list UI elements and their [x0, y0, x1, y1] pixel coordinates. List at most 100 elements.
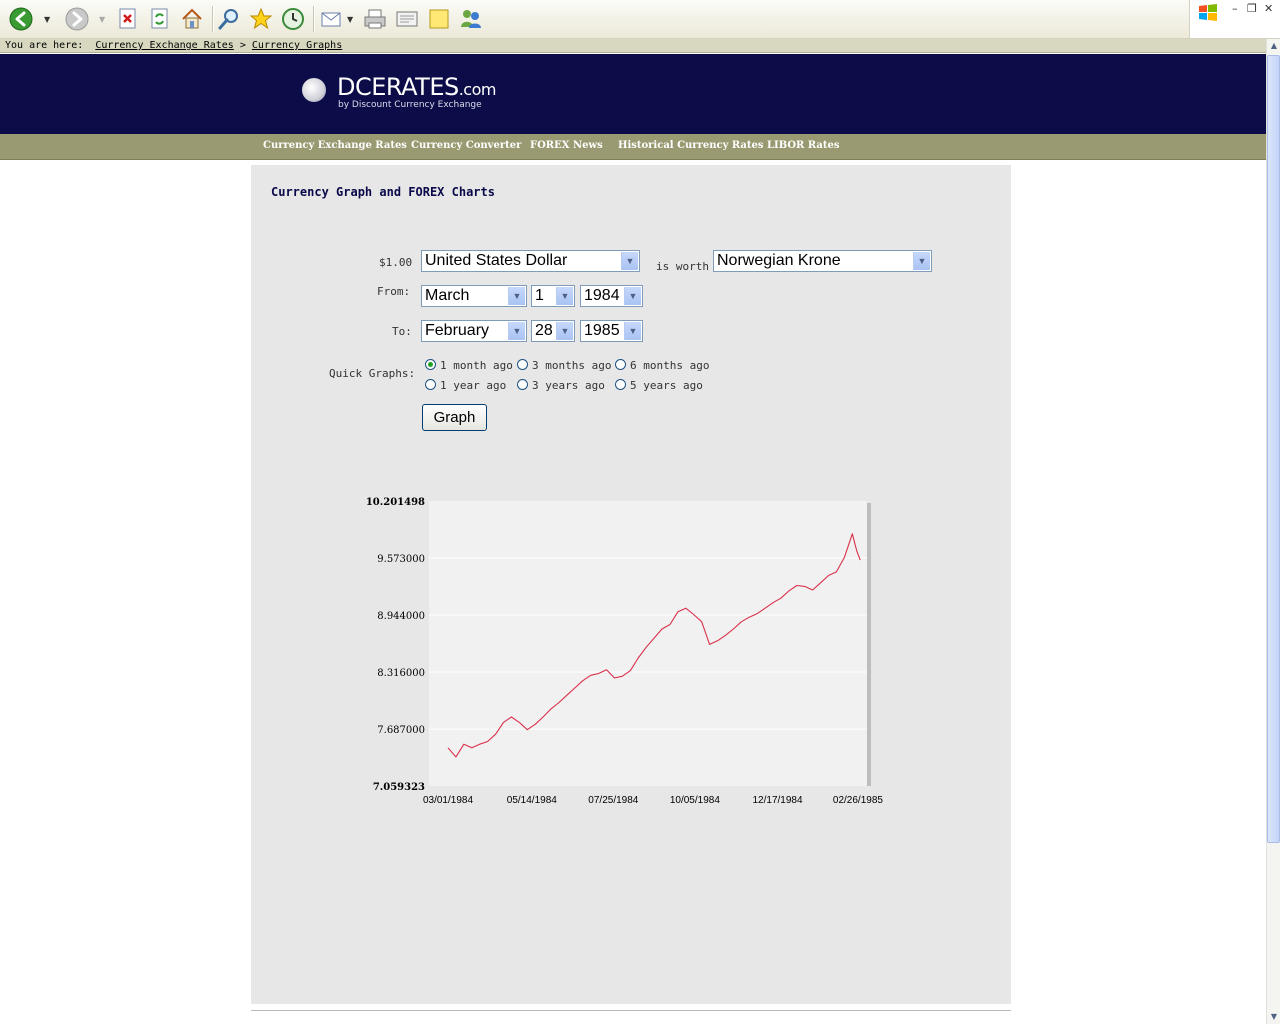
back-icon[interactable] [8, 6, 34, 32]
radio-5-years-label: 5 years ago [630, 379, 703, 392]
radio-3-months[interactable] [517, 359, 528, 370]
to-month-select[interactable]: February ▼ [421, 320, 527, 342]
print-icon[interactable] [362, 6, 388, 32]
main-nav: Currency Exchange Rates Currency Convert… [0, 134, 1266, 160]
breadcrumb-separator: > [239, 40, 246, 51]
vertical-scrollbar[interactable]: ▲ ▼ [1266, 39, 1280, 1024]
to-year-select[interactable]: 1985 ▼ [580, 320, 643, 342]
amount-label: $1.00 [379, 256, 413, 269]
radio-3-years-label: 3 years ago [532, 379, 605, 392]
back-dropdown-icon[interactable]: ▼ [44, 15, 50, 24]
home-icon[interactable] [179, 6, 205, 32]
from-currency-select[interactable]: United States Dollar ▼ [421, 250, 640, 272]
x-tick-label: 12/17/1984 [753, 795, 803, 806]
x-tick-label: 10/05/1984 [670, 795, 720, 806]
note-icon[interactable] [426, 6, 452, 32]
chevron-down-icon: ▼ [913, 252, 930, 270]
from-day-value: 1 [535, 287, 544, 304]
from-month-select[interactable]: March ▼ [421, 285, 527, 307]
minimize-icon[interactable]: – [1232, 2, 1238, 15]
to-label: To: [392, 325, 412, 338]
plot-area [429, 501, 867, 786]
radio-6-months-label: 6 months ago [630, 359, 710, 372]
to-day-value: 28 [535, 322, 553, 339]
from-month-value: March [425, 287, 470, 304]
from-currency-value: United States Dollar [425, 252, 568, 269]
chevron-down-icon: ▼ [624, 322, 641, 340]
radio-1-year[interactable] [425, 379, 436, 390]
chevron-down-icon: ▼ [508, 322, 525, 340]
from-day-select[interactable]: 1 ▼ [531, 285, 575, 307]
page-title: Currency Graph and FOREX Charts [271, 185, 495, 199]
y-tick-label: 8.316000 [377, 668, 425, 679]
is-worth-label: is worth [656, 260, 709, 273]
browser-toolbar: ▼ ▼ ▼ [0, 0, 1190, 39]
radio-6-months[interactable] [615, 359, 626, 370]
history-icon[interactable] [280, 6, 306, 32]
radio-1-month-label: 1 month ago [440, 359, 513, 372]
radio-1-month[interactable] [425, 359, 436, 370]
breadcrumb-link-exchange-rates[interactable]: Currency Exchange Rates [95, 40, 233, 51]
mail-dropdown-icon[interactable]: ▼ [347, 15, 353, 24]
chevron-down-icon: ▼ [556, 322, 573, 340]
brand-name: DCERATES.com [337, 73, 496, 101]
x-tick-label: 05/14/1984 [507, 795, 557, 806]
radio-3-years[interactable] [517, 379, 528, 390]
forward-dropdown-icon[interactable]: ▼ [99, 15, 105, 24]
favorites-icon[interactable] [248, 6, 274, 32]
chevron-down-icon: ▼ [624, 287, 641, 305]
usd-nok-line [447, 533, 861, 758]
radio-5-years[interactable] [615, 379, 626, 390]
y-tick-label: 9.573000 [377, 554, 425, 565]
nav-libor-rates[interactable]: LIBOR Rates [767, 140, 839, 151]
scroll-down-icon[interactable]: ▼ [1268, 1010, 1280, 1024]
y-tick-label: 10.201498 [366, 497, 425, 508]
edit-icon[interactable] [394, 6, 420, 32]
graph-button[interactable]: Graph [422, 404, 487, 431]
site-banner: DCERATES.com by Discount Currency Exchan… [0, 54, 1266, 134]
chevron-down-icon: ▼ [621, 252, 638, 270]
y-tick-label: 8.944000 [377, 611, 425, 622]
nav-currency-exchange-rates[interactable]: Currency Exchange Rates [263, 140, 407, 151]
messenger-icon[interactable] [458, 6, 484, 32]
restore-icon[interactable]: ❐ [1247, 2, 1257, 15]
breadcrumb-prefix: You are here: [5, 40, 84, 51]
from-year-value: 1984 [584, 287, 620, 304]
quick-graphs-label: Quick Graphs: [329, 367, 416, 380]
window-controls: – ❐ ✕ [1189, 0, 1280, 39]
nav-historical-currency-rates[interactable]: Historical Currency Rates [618, 140, 764, 151]
mail-icon[interactable] [319, 6, 345, 32]
to-month-value: February [425, 322, 490, 339]
forward-icon[interactable] [64, 6, 90, 32]
radio-3-months-label: 3 months ago [532, 359, 612, 372]
scrollbar-thumb[interactable] [1267, 55, 1280, 843]
breadcrumb-link-currency-graphs[interactable]: Currency Graphs [252, 40, 342, 51]
globe-icon [302, 78, 326, 102]
plot-shadow [867, 503, 871, 786]
close-icon[interactable]: ✕ [1264, 2, 1273, 15]
chevron-down-icon: ▼ [556, 287, 573, 305]
breadcrumb: You are here: Currency Exchange Rates > … [0, 39, 1266, 53]
to-year-value: 1985 [584, 322, 620, 339]
nav-forex-news[interactable]: FOREX News [530, 140, 603, 151]
footer-bar [251, 1010, 1011, 1025]
y-tick-label: 7.687000 [377, 725, 425, 736]
scroll-up-icon[interactable]: ▲ [1268, 39, 1280, 53]
x-tick-label: 03/01/1984 [423, 795, 473, 806]
search-icon[interactable] [216, 6, 242, 32]
from-label: From: [377, 285, 411, 298]
content-panel: Currency Graph and FOREX Charts $1.00 Un… [251, 165, 1011, 1004]
x-tick-label: 07/25/1984 [588, 795, 638, 806]
stop-icon[interactable] [115, 6, 141, 32]
brand-tagline: by Discount Currency Exchange [338, 100, 482, 110]
y-tick-label: 7.059323 [373, 782, 425, 793]
to-day-select[interactable]: 28 ▼ [531, 320, 575, 342]
chevron-down-icon: ▼ [508, 287, 525, 305]
radio-1-year-label: 1 year ago [440, 379, 507, 392]
to-currency-select[interactable]: Norwegian Krone ▼ [713, 250, 932, 272]
windows-logo-icon [1198, 3, 1218, 23]
from-year-select[interactable]: 1984 ▼ [580, 285, 643, 307]
refresh-icon[interactable] [147, 6, 173, 32]
to-currency-value: Norwegian Krone [717, 252, 841, 269]
nav-currency-converter[interactable]: Currency Converter [411, 140, 521, 151]
